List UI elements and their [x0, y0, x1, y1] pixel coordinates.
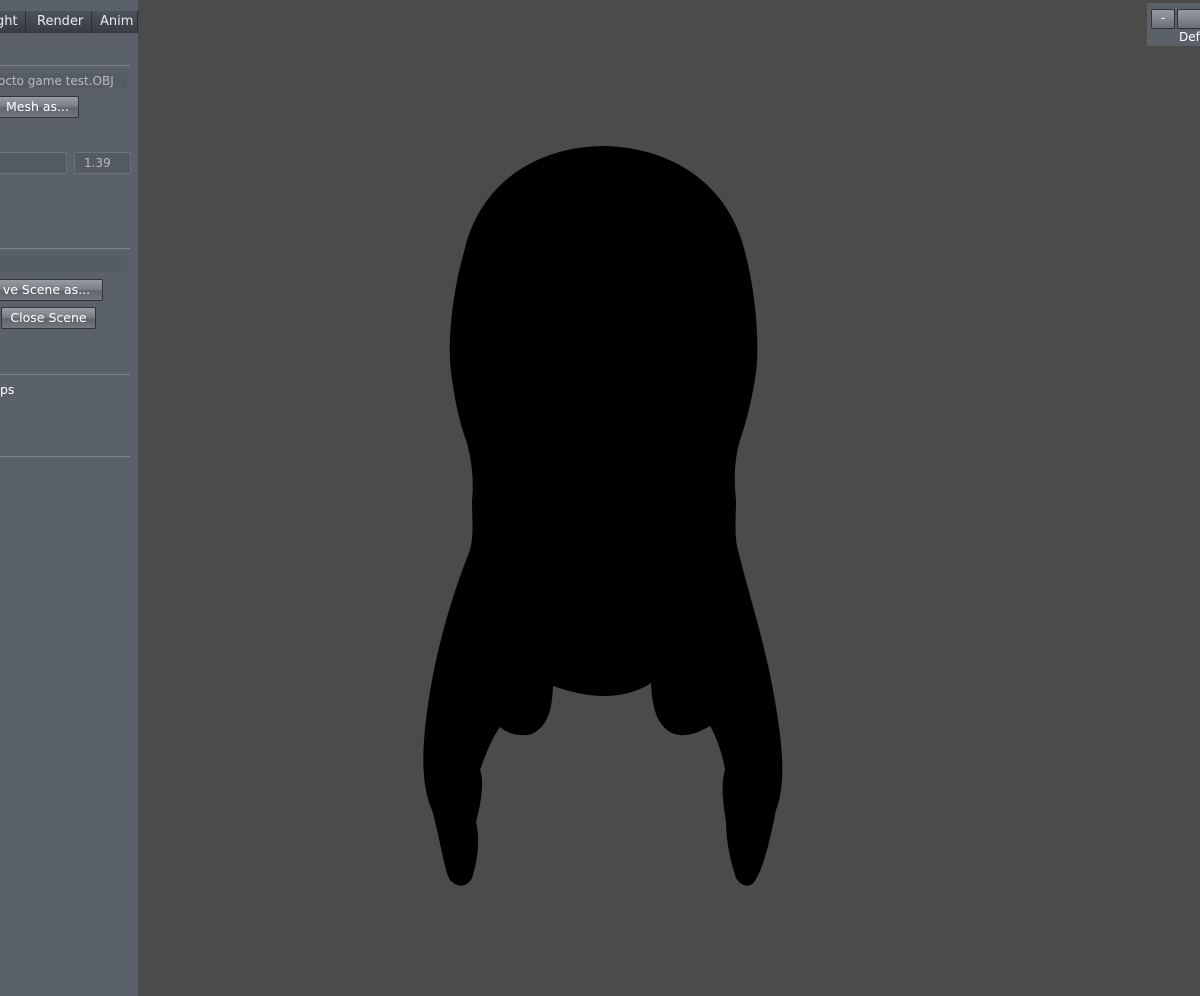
section-divider — [0, 374, 130, 375]
section-divider — [0, 65, 130, 66]
options-label: ps — [0, 382, 15, 397]
close-scene-button[interactable]: Close Scene — [1, 307, 96, 329]
scale-value-field[interactable]: 1.39 — [74, 152, 131, 174]
view-controls: - Def — [1147, 3, 1200, 46]
save-scene-button[interactable]: ve Scene as... — [0, 279, 103, 301]
tab-render[interactable]: Render — [26, 11, 92, 33]
default-view-button[interactable] — [1177, 9, 1200, 29]
zoom-out-button[interactable]: - — [1151, 9, 1175, 29]
octopus-model-silhouette[interactable] — [139, 0, 1200, 996]
left-panel: ght Render Anim octo game test.OBJ Mesh … — [0, 0, 139, 996]
tab-weight[interactable]: ght — [0, 11, 26, 33]
export-mesh-button[interactable]: Mesh as... — [0, 96, 79, 118]
scale-slider[interactable] — [0, 152, 67, 174]
scene-filename-field[interactable] — [0, 256, 128, 272]
tab-anim[interactable]: Anim — [92, 11, 138, 33]
default-view-label: Def — [1179, 30, 1200, 44]
menu-tab-bar: ght Render Anim — [0, 11, 138, 33]
mesh-filename-field[interactable]: octo game test.OBJ — [0, 72, 128, 90]
app-window: ght Render Anim octo game test.OBJ Mesh … — [0, 0, 1200, 996]
section-divider — [0, 456, 130, 457]
3d-viewport[interactable] — [139, 0, 1200, 996]
section-divider — [0, 248, 130, 249]
